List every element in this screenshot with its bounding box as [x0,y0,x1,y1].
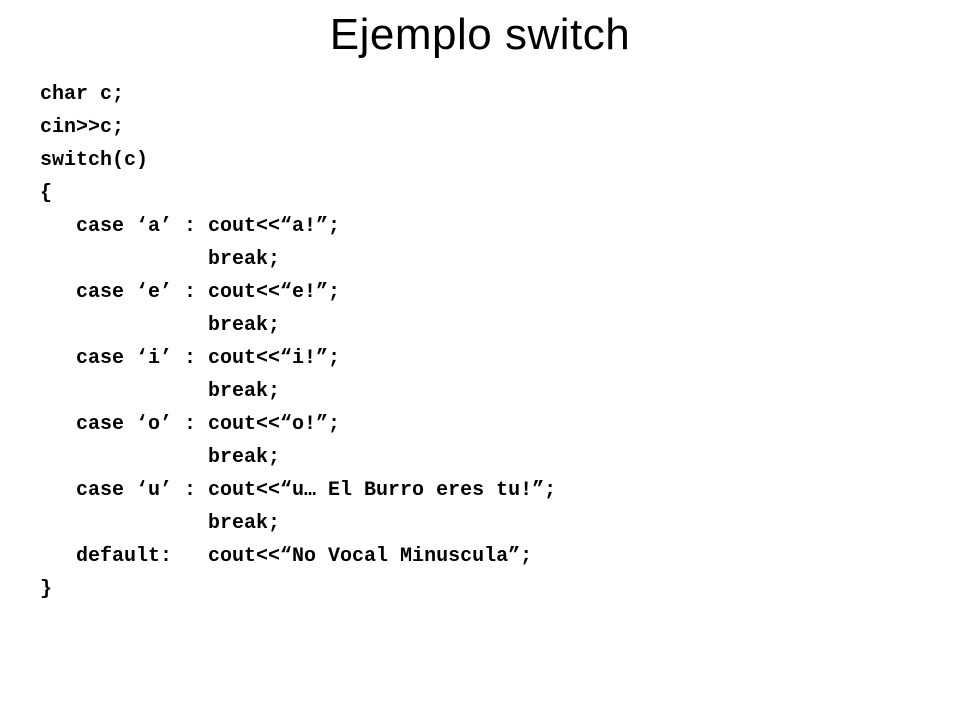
code-line: case ‘o’ : cout<<“o!”; [40,413,340,436]
code-line: switch(c) [40,149,148,172]
slide-title: Ejemplo switch [40,10,920,60]
code-example: char c; cin>>c; switch(c) { case ‘a’ : c… [40,78,920,606]
code-line: } [40,578,52,601]
code-line: case ‘i’ : cout<<“i!”; [40,347,340,370]
code-line: break; [40,248,280,271]
code-line: case ‘u’ : cout<<“u… El Burro eres tu!”; [40,479,556,502]
code-line: char c; [40,83,124,106]
code-line: cin>>c; [40,116,124,139]
code-line: break; [40,380,280,403]
code-line: case ‘a’ : cout<<“a!”; [40,215,340,238]
code-line: break; [40,446,280,469]
code-line: default: cout<<“No Vocal Minuscula”; [40,545,532,568]
code-line: case ‘e’ : cout<<“e!”; [40,281,340,304]
code-line: { [40,182,52,205]
code-line: break; [40,314,280,337]
code-line: break; [40,512,280,535]
